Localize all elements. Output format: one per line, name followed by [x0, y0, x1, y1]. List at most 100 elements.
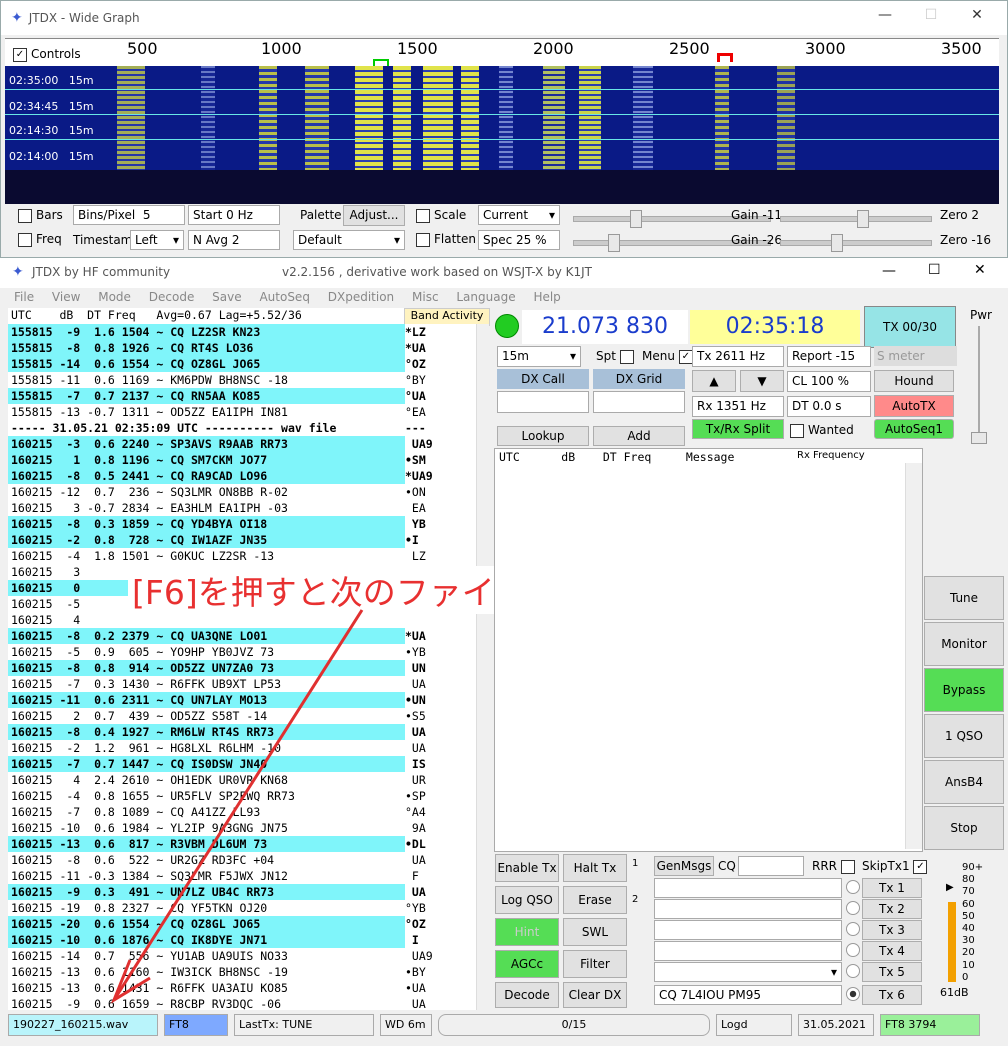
decode-row[interactable]: 160215 -2 0.8 728 ~ CQ IW1AZF JN35 •I: [8, 532, 476, 548]
rrr-checkbox[interactable]: RRR: [812, 859, 859, 874]
tx3-radio[interactable]: [846, 922, 860, 936]
spec-percent-spinbox[interactable]: Spec 25 %: [478, 230, 560, 250]
hound-button[interactable]: Hound: [874, 370, 954, 392]
tx1-radio[interactable]: [846, 880, 860, 894]
tx3-message[interactable]: [654, 920, 842, 940]
spt-checkbox[interactable]: Spt: [596, 349, 638, 364]
monitor-button[interactable]: Monitor: [924, 622, 1004, 666]
tx1-message[interactable]: [654, 878, 842, 898]
freq-checkbox[interactable]: Freq: [18, 232, 62, 247]
clear-dx-button[interactable]: Clear DX: [563, 982, 627, 1008]
swl-mode-button[interactable]: SWL mode: [563, 918, 627, 965]
genmsgs-button[interactable]: GenMsgs: [654, 856, 714, 876]
decode-row[interactable]: 160215 -4 1.8 1501 ~ G0KUC LZ2SR -13 LZ: [8, 548, 476, 564]
halt-tx-button[interactable]: Halt Tx: [563, 854, 627, 882]
waterfall-display[interactable]: 02:35:00 15m 02:34:45 15m 02:14:30 15m 0…: [5, 66, 999, 204]
tab-1[interactable]: 1: [632, 858, 638, 869]
tx2-button[interactable]: Tx 2: [862, 899, 922, 919]
rx-frequency-list[interactable]: UTC dB DT Freq Message Rx Frequency: [494, 448, 923, 852]
log-qso-button[interactable]: Log QSO: [495, 886, 559, 914]
decode-row[interactable]: 155815 -14 0.6 1554 ~ CQ OZ8GL JO65 °OZ: [8, 356, 476, 372]
tx-freq-spinbox[interactable]: Tx 2611 Hz: [692, 346, 784, 367]
skiptx1-checkbox[interactable]: SkipTx1 ✓: [862, 859, 931, 874]
controls-checkbox[interactable]: ✓ Controls: [13, 47, 81, 62]
tx5-message[interactable]: ▾: [654, 962, 842, 982]
filter-button[interactable]: Filter: [563, 950, 627, 978]
dx-grid-input[interactable]: [593, 391, 685, 413]
hint-button[interactable]: Hint: [495, 918, 559, 946]
file-separator-row[interactable]: ----- 31.05.21 02:35:09 UTC ---------- w…: [8, 420, 476, 436]
wanted-checkbox[interactable]: Wanted: [790, 423, 854, 438]
autoseq-button[interactable]: AutoSeq1: [874, 419, 954, 439]
decode-row[interactable]: 155815 -9 1.6 1504 ~ CQ LZ2SR KN23 *LZ: [8, 324, 476, 340]
menu-decode[interactable]: Decode: [149, 290, 195, 304]
close-icon[interactable]: ✕: [974, 262, 986, 278]
tx4-button[interactable]: Tx 4: [862, 941, 922, 961]
adjust-palette-button[interactable]: Adjust...: [343, 205, 405, 226]
minimize-icon[interactable]: —: [882, 263, 896, 279]
tx2-message[interactable]: [654, 899, 842, 919]
decode-row[interactable]: 155815 -13 -0.7 1311 ~ OD5ZZ EA1IPH IN81…: [8, 404, 476, 420]
menu-file[interactable]: File: [14, 290, 34, 304]
cl-spinbox[interactable]: CL 100 %: [787, 371, 871, 392]
rx-freq-spinbox[interactable]: Rx 1351 Hz: [692, 396, 784, 417]
scale-checkbox[interactable]: Scale: [416, 208, 466, 223]
menu-dxpedition[interactable]: DXpedition: [328, 290, 394, 304]
spectrum-type-select[interactable]: Current ▾: [478, 205, 560, 225]
decode-row[interactable]: 160215 -8 0.3 1859 ~ CQ YD4BYA OI18 YB: [8, 516, 476, 532]
close-icon[interactable]: ✕: [957, 7, 997, 23]
navg-spinbox[interactable]: N Avg 2: [188, 230, 280, 250]
tx3-button[interactable]: Tx 3: [862, 920, 922, 940]
bars-checkbox[interactable]: Bars: [18, 208, 63, 223]
tx-rx-split-button[interactable]: Tx/Rx Split: [692, 419, 784, 439]
one-qso-button[interactable]: 1 QSO: [924, 714, 1004, 758]
bins-per-pixel-spinbox[interactable]: Bins/Pixel 5: [73, 205, 185, 225]
dx-call-input[interactable]: [497, 391, 589, 413]
tx5-button[interactable]: Tx 5: [862, 962, 922, 982]
decode-row[interactable]: 155815 -7 0.7 2137 ~ CQ RN5AA KO85 °UA: [8, 388, 476, 404]
stop-button[interactable]: Stop: [924, 806, 1004, 850]
frequency-scale[interactable]: ✓ Controls 500 1000 1500 2000 2500 3000 3…: [5, 38, 999, 67]
decode-row[interactable]: 160215 -8 0.5 2441 ~ CQ RA9CAD LO96 *UA9: [8, 468, 476, 484]
tx6-radio[interactable]: [846, 987, 860, 1001]
tune-button[interactable]: Tune: [924, 576, 1004, 620]
maximize-icon[interactable]: ☐: [928, 262, 941, 278]
dial-frequency[interactable]: 21.073 830: [522, 310, 688, 344]
timestamp-select[interactable]: Left ▾: [130, 230, 184, 250]
tx4-message[interactable]: [654, 941, 842, 961]
decode-row[interactable]: 160215 1 0.8 1196 ~ CQ SM7CKM JO77 •SM: [8, 452, 476, 468]
menu-autoseq[interactable]: AutoSeq: [259, 290, 309, 304]
power-slider[interactable]: [971, 326, 987, 444]
decode-button[interactable]: Decode: [495, 982, 559, 1008]
freq-down-button[interactable]: ▼: [740, 370, 784, 392]
maximize-icon[interactable]: ☐: [911, 7, 951, 23]
rx-list-scrollbar[interactable]: [905, 463, 922, 849]
erase-button[interactable]: Erase: [563, 886, 627, 914]
bypass-button[interactable]: Bypass: [924, 668, 1004, 712]
tx6-message[interactable]: CQ 7L4IOU PM95: [654, 985, 842, 1005]
decode-row[interactable]: 155815 -11 0.6 1169 ~ KM6PDW BH8NSC -18 °…: [8, 372, 476, 388]
tx4-radio[interactable]: [846, 943, 860, 957]
zero-slider-2[interactable]: [780, 234, 932, 252]
tx5-radio[interactable]: [846, 964, 860, 978]
menu-save[interactable]: Save: [212, 290, 241, 304]
flatten-checkbox[interactable]: Flatten: [416, 232, 476, 247]
tx1-button[interactable]: Tx 1: [862, 878, 922, 898]
agcc-button[interactable]: AGCc: [495, 950, 559, 978]
lookup-button[interactable]: Lookup: [497, 426, 589, 446]
add-button[interactable]: Add: [593, 426, 685, 446]
decode-row[interactable]: 160215 -3 0.6 2240 ~ SP3AVS R9AAB RR73 U…: [8, 436, 476, 452]
cq-input[interactable]: [738, 856, 804, 876]
tab-2[interactable]: 2: [632, 894, 638, 905]
enable-tx-button[interactable]: Enable Tx: [495, 854, 559, 882]
minimize-icon[interactable]: —: [865, 7, 905, 23]
ansb4-button[interactable]: AnsB4: [924, 760, 1004, 804]
palette-select[interactable]: Default ▾: [293, 230, 405, 250]
menu-language[interactable]: Language: [456, 290, 515, 304]
band-select[interactable]: 15m ▾: [497, 346, 581, 367]
band-activity-scrollbar[interactable]: [476, 324, 489, 1010]
start-freq-spinbox[interactable]: Start 0 Hz: [188, 205, 280, 225]
menu-help[interactable]: Help: [533, 290, 560, 304]
menu-checkbox[interactable]: Menu ✓: [642, 349, 697, 364]
dt-spinbox[interactable]: DT 0.0 s: [787, 396, 871, 417]
